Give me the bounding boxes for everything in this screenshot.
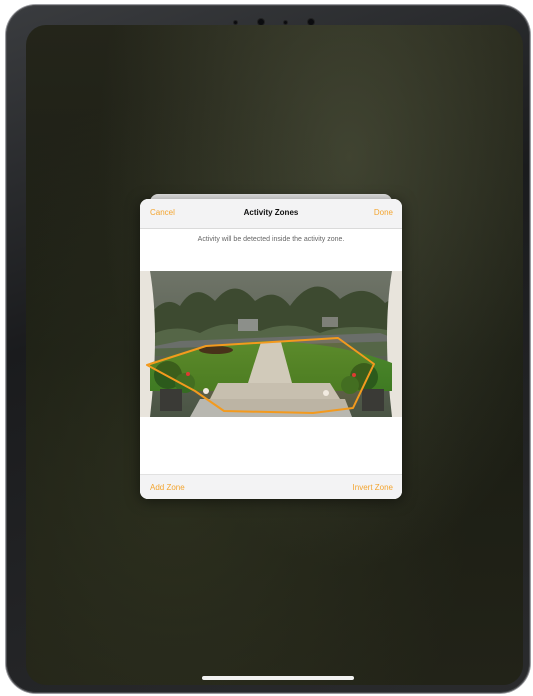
add-zone-button[interactable]: Add Zone xyxy=(150,483,185,492)
sensor-dot xyxy=(234,20,237,24)
camera-view[interactable] xyxy=(140,271,402,417)
sensor-dot xyxy=(284,20,288,24)
activity-zones-sheet: Cancel Activity Zones Done Activity will… xyxy=(140,199,402,499)
nav-bar: Cancel Activity Zones Done xyxy=(140,199,402,229)
zone-description: Activity will be detected inside the act… xyxy=(197,236,345,243)
sheet-title: Activity Zones xyxy=(243,208,299,217)
done-button[interactable]: Done xyxy=(374,208,393,217)
home-indicator[interactable] xyxy=(202,676,354,680)
zone-toolbar: Add Zone Invert Zone xyxy=(140,474,402,499)
invert-zone-button[interactable]: Invert Zone xyxy=(353,483,393,492)
